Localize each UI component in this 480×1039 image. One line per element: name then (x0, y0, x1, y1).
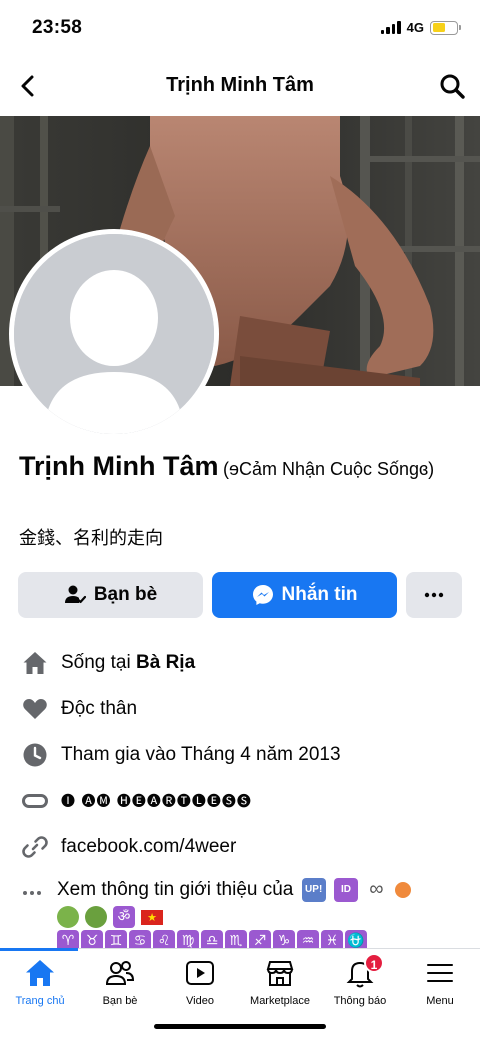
tab-home[interactable]: Trang chủ (0, 957, 80, 1007)
id-badge: ID (333, 878, 358, 902)
status-indicators: 4G (380, 20, 461, 35)
tab-menu[interactable]: Menu (400, 957, 480, 1007)
detail-lives-in: Sống tại Bà Rịa (0, 640, 480, 686)
heart-icon (22, 696, 48, 722)
up-badge: UP! (301, 878, 326, 902)
tab-notifications-label: Thông báo (333, 995, 387, 1007)
clock-icon (22, 742, 48, 768)
lives-place[interactable]: Bà Rịa (136, 652, 195, 673)
link-icon (22, 834, 48, 860)
detail-website: facebook.com/4weer (0, 824, 480, 870)
intro-label: Xem thông tin giới thiệu của (57, 879, 294, 901)
nav-bar: Trịnh Minh Tâm (0, 60, 480, 112)
flame-icon (394, 882, 411, 898)
video-icon (184, 957, 216, 989)
active-tab-indicator (0, 948, 78, 951)
default-avatar-icon (14, 234, 214, 434)
ellipsis-icon (22, 883, 42, 903)
tagline-text: 🅘 🅐🅜 🅗🅔🅐🅡🅣🅛🅔🅢🅢 (61, 794, 252, 810)
om-icon: ॐ (113, 906, 135, 928)
tab-video[interactable]: Video (160, 957, 240, 1007)
battery-icon (430, 20, 461, 35)
profile-avatar[interactable] (9, 229, 219, 439)
detail-joined: Tham gia vào Tháng 4 năm 2013 (0, 732, 480, 778)
messenger-icon (252, 585, 273, 605)
status-bar: 23:58 4G (0, 0, 480, 56)
more-options-button[interactable] (406, 572, 462, 618)
network-label: 4G (406, 20, 424, 35)
profile-alternate-name: (ɘCảm Nhận Cuộc Sốngɞ) (222, 459, 435, 479)
infinity-icon: ∞ (369, 878, 384, 901)
message-button[interactable]: Nhắn tin (212, 572, 397, 618)
website-link[interactable]: facebook.com/4weer (61, 836, 236, 858)
friends-icon (104, 957, 136, 989)
detail-tagline: 🅘 🅐🅜 🅗🅔🅐🅡🅣🅛🅔🅢🅢 (0, 778, 480, 824)
lives-prefix: Sống tại (61, 652, 136, 673)
detail-relationship: Độc thân (0, 686, 480, 732)
tag-icon (22, 788, 48, 814)
search-icon[interactable] (438, 72, 466, 100)
home-indicator[interactable] (154, 1024, 326, 1029)
menu-icon (424, 957, 456, 989)
page-title: Trịnh Minh Tâm (166, 74, 314, 96)
vietnam-flag-icon: ★ (141, 909, 163, 925)
friends-button-label: Bạn bè (93, 584, 158, 605)
tab-friends-label: Bạn bè (102, 995, 138, 1007)
relationship-status: Độc thân (61, 698, 138, 719)
profile-actions: Bạn bè Nhắn tin (18, 572, 462, 618)
profile-name-main: Trịnh Minh Tâm (19, 451, 219, 481)
friend-check-icon (64, 585, 86, 604)
tab-friends[interactable]: Bạn bè (80, 957, 160, 1007)
status-time: 23:58 (32, 17, 83, 38)
marketplace-icon (264, 957, 296, 989)
home-icon (24, 957, 56, 989)
tab-video-label: Video (186, 995, 214, 1007)
bell-icon: 1 (344, 953, 384, 989)
joined-date: Tham gia vào Tháng 4 năm 2013 (61, 744, 341, 765)
more-dots-icon (424, 592, 444, 598)
dragon-2-icon (85, 906, 107, 928)
profile-bio: 金錢、名利的走向 (19, 528, 163, 548)
tab-marketplace-label: Marketplace (250, 995, 310, 1007)
tab-marketplace[interactable]: Marketplace (240, 957, 320, 1007)
signal-icon (380, 21, 401, 34)
tab-home-label: Trang chủ (15, 995, 65, 1007)
notification-badge: 1 (364, 953, 384, 973)
tab-menu-label: Menu (426, 995, 454, 1007)
friends-button[interactable]: Bạn bè (18, 572, 203, 618)
message-button-label: Nhắn tin (281, 584, 358, 605)
dragon-icon (57, 906, 79, 928)
tab-notifications[interactable]: 1 Thông báo (320, 953, 400, 1007)
home-icon (22, 650, 48, 676)
profile-name: Trịnh Minh Tâm (ɘCảm Nhận Cuộc Sốngɞ) (19, 450, 459, 487)
